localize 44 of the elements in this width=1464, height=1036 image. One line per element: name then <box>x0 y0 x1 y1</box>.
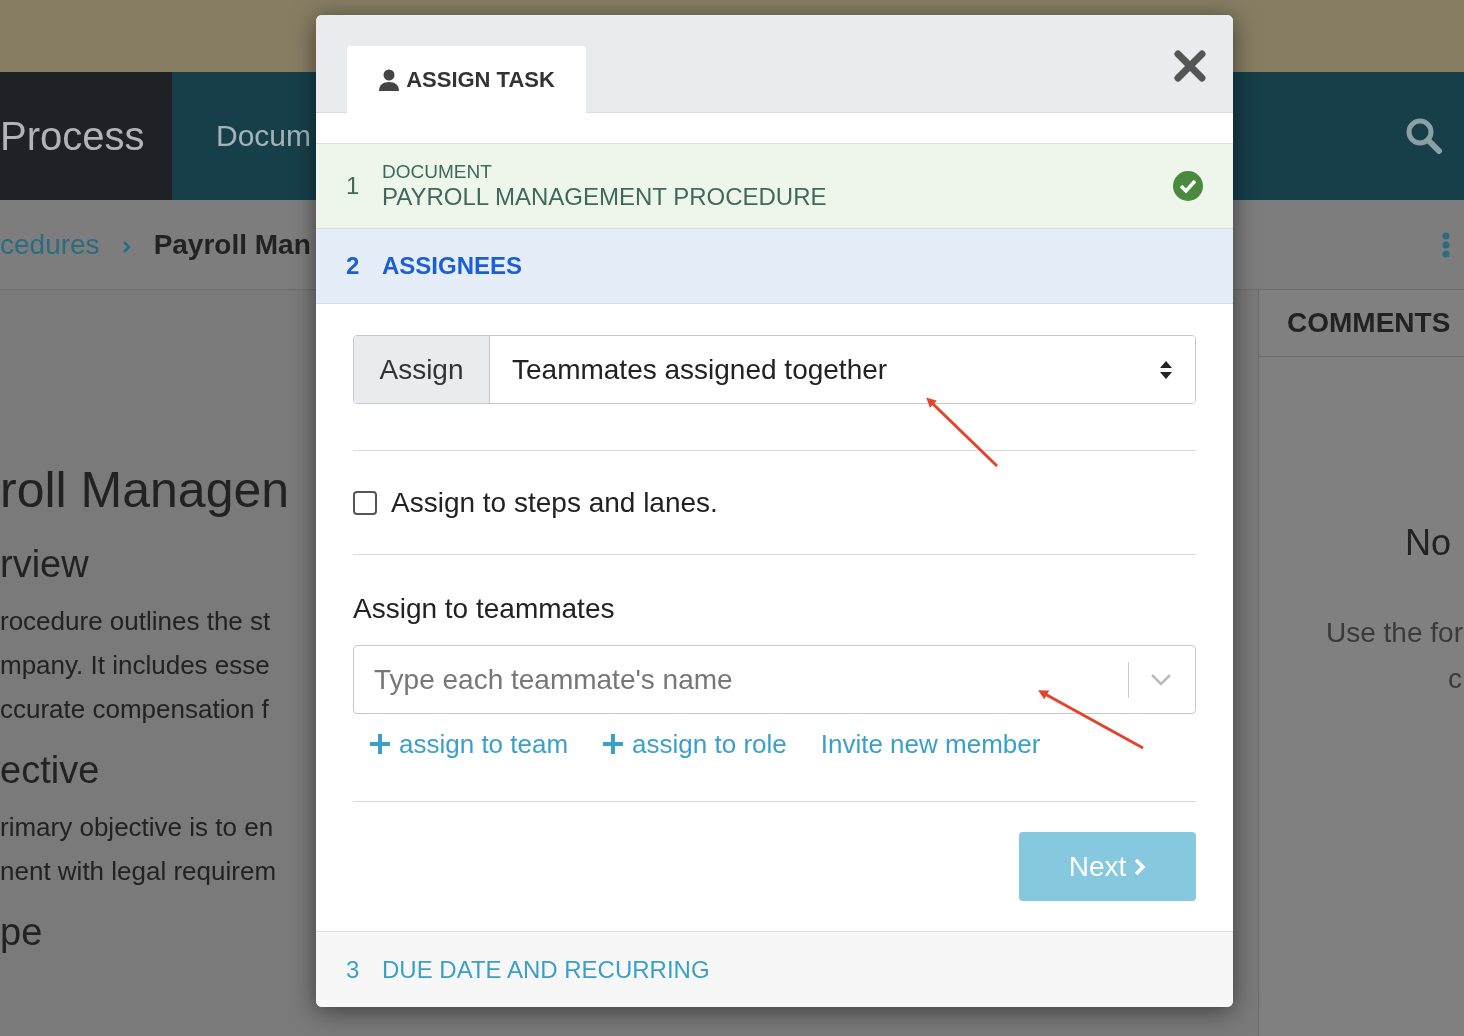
wizard-step[interactable]: 2 ASSIGNEES <box>316 229 1233 304</box>
paragraph-line: nent with legal requirem <box>0 855 277 888</box>
step-number: 3 <box>346 955 361 984</box>
teammates-field[interactable]: Type each teammate's name <box>353 645 1196 714</box>
chevron-down-icon <box>1150 672 1172 687</box>
checkbox-label: Assign to steps and lanes. <box>391 486 718 519</box>
add-link[interactable]: assign to role <box>602 728 787 760</box>
section-heading: pe <box>0 910 43 955</box>
step-number: 2 <box>346 252 361 280</box>
paragraph-line: ccurate compensation f <box>0 693 269 726</box>
plus-icon <box>602 733 625 755</box>
empty-comments-title: No <box>1404 522 1453 564</box>
add-link[interactable]: assign to team <box>369 728 569 760</box>
step-number: 1 <box>346 172 361 200</box>
invite-link[interactable]: Invite new member <box>820 728 1041 760</box>
paragraph-line: mpany. It includes esse <box>0 649 270 682</box>
search-icon[interactable] <box>1406 118 1442 154</box>
paragraph-line: rocedure outlines the st <box>0 605 271 638</box>
empty-comments-text: c <box>1447 662 1463 696</box>
wizard-step[interactable]: 3 DUE DATE AND RECURRING <box>316 931 1233 1007</box>
user-icon <box>378 68 401 91</box>
chevron-right-icon <box>121 239 132 254</box>
section-heading: ective <box>0 748 100 793</box>
step-value: PAYROLL MANAGEMENT PROCEDURE <box>382 183 828 211</box>
step-title: DOCUMENT <box>382 161 493 183</box>
field-label: Assign to teammates <box>353 593 616 625</box>
step-title: DUE DATE AND RECURRING <box>382 955 711 984</box>
check-circle-icon <box>1173 171 1203 201</box>
document-title: roll Managen <box>0 461 290 520</box>
paragraph-line: rimary objective is to en <box>0 811 274 844</box>
wizard-step[interactable]: 1 DOCUMENT PAYROLL MANAGEMENT PROCEDURE <box>316 143 1233 229</box>
checkbox[interactable] <box>353 490 377 515</box>
plus-icon <box>369 733 391 755</box>
close-button[interactable] <box>1173 49 1207 83</box>
comments-title: COMMENTS <box>1259 290 1464 357</box>
section-heading: rview <box>0 542 89 587</box>
name-input[interactable]: Type each teammate's name <box>354 649 1128 710</box>
step-title: ASSIGNEES <box>382 252 524 280</box>
app-logo[interactable]: Process <box>0 72 172 200</box>
assign-task-tab[interactable]: ASSIGN TASK <box>347 46 586 113</box>
breadcrumb-current: Payroll Man <box>153 228 311 261</box>
chevron-right-icon <box>1134 857 1147 876</box>
empty-comments-text: Use the for <box>1325 616 1464 650</box>
nav-item[interactable]: Docum <box>216 119 312 153</box>
